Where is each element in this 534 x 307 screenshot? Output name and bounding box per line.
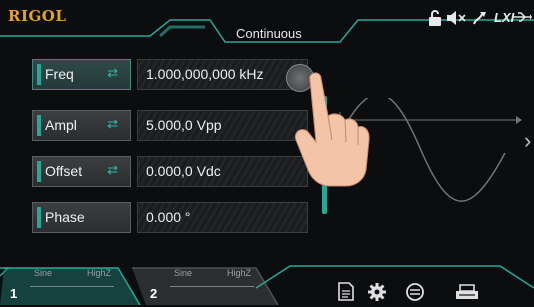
divider [30,286,114,287]
help-icon[interactable] [405,282,425,307]
channel-wave: Sine [34,268,53,278]
lock-icon[interactable] [428,10,442,29]
param-value: 0.000 ° [146,209,191,225]
usb-icon [512,10,532,27]
channel-2-tab[interactable]: 2 Sine HighZ [140,252,270,305]
link-icon: ⇄ [107,116,118,131]
sync-icon[interactable] [472,10,488,29]
param-value: 1.000,000,000 kHz [146,66,264,82]
param-indicator [37,161,41,182]
param-indicator [37,115,41,136]
hand-pointer-icon [294,72,370,187]
ampl-value-field[interactable]: 5.000,0 Vpp [137,110,308,141]
channel-number: 2 [150,286,158,301]
offset-value-field[interactable]: 0.000,0 Vdc [137,156,308,187]
param-indicator [37,64,41,85]
link-icon: ⇄ [107,65,118,80]
param-indicator [37,207,41,228]
phase-value-field[interactable]: 0.000 ° [137,202,308,233]
print-icon[interactable] [455,282,479,307]
channel-number: 1 [10,286,18,301]
channel-impedance: HighZ [87,268,112,278]
param-label: Freq [45,66,74,82]
channel-wave: Sine [174,268,193,278]
param-value: 0.000,0 Vdc [146,163,221,179]
phase-button[interactable]: Phase [32,202,131,233]
run-mode-label: Continuous [236,26,302,41]
utility-icon[interactable] [367,282,387,307]
param-label: Phase [45,209,85,225]
ampl-button[interactable]: Ampl ⇄ [32,110,131,141]
chevron-right-icon[interactable]: › [524,128,531,154]
channel-1-tab[interactable]: 1 Sine HighZ [0,252,130,305]
freq-button[interactable]: Freq ⇄ [32,59,131,90]
top-bar: RIGOL Continuous LXI [0,0,534,44]
freq-value-field[interactable]: 1.000,000,000 kHz [137,59,308,90]
divider [170,286,254,287]
link-icon: ⇄ [107,162,118,177]
param-label: Offset [45,163,83,179]
bottom-bar: 1 Sine HighZ 2 Sine HighZ [0,252,534,305]
channel-impedance: HighZ [227,268,252,278]
param-value: 5.000,0 Vpp [146,117,222,133]
offset-button[interactable]: Offset ⇄ [32,156,131,187]
param-label: Ampl [45,117,77,133]
rigol-logo: RIGOL [8,7,67,25]
mute-icon[interactable] [446,10,468,29]
store-icon[interactable] [338,282,354,306]
